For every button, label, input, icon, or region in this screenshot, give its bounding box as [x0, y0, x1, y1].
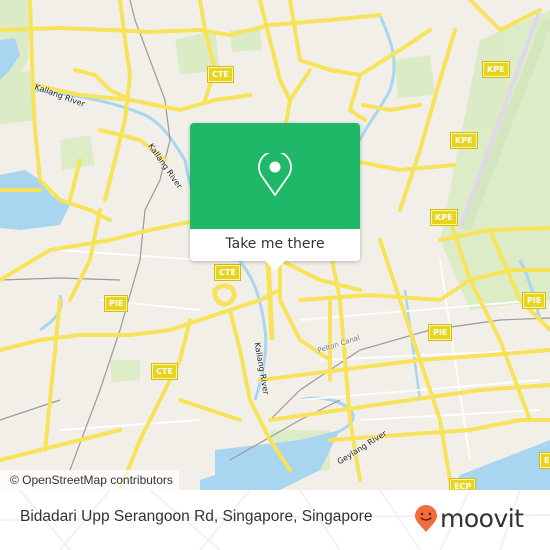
- road-shield-ecp: ECP: [448, 478, 477, 490]
- moovit-smile-pin-icon: [415, 505, 437, 532]
- road-shield-pie: PIE: [521, 292, 547, 309]
- road-shield-cte: CTE: [151, 363, 178, 380]
- road-shield-pie: PIE: [427, 324, 453, 341]
- location-pin-icon: [258, 153, 292, 196]
- road-shield-cte: CTE: [207, 66, 234, 83]
- road-shield-pie: PIE: [103, 295, 129, 312]
- moovit-wordmark: moovit: [440, 504, 524, 533]
- popup-header: [190, 123, 360, 229]
- take-me-there-button[interactable]: Take me there: [190, 229, 360, 261]
- address-text: Bidadari Upp Serangoon Rd, Singapore, Si…: [20, 508, 373, 525]
- road-shield-kpe: KPE: [430, 209, 458, 226]
- moovit-logo[interactable]: moovit: [414, 505, 524, 533]
- map[interactable]: CTE CTE CTE KPE KPE KPE PIE PIE PIE ECP …: [0, 0, 550, 490]
- road-shield-cte: CTE: [214, 264, 241, 281]
- road-shield-ecp: E: [538, 452, 550, 469]
- location-popup: Take me there: [190, 123, 360, 271]
- road-shield-kpe: KPE: [482, 61, 510, 78]
- footer-bar: Bidadari Upp Serangoon Rd, Singapore, Si…: [0, 490, 550, 550]
- map-attribution[interactable]: © OpenStreetMap contributors: [0, 470, 179, 490]
- road-shield-kpe: KPE: [450, 132, 478, 149]
